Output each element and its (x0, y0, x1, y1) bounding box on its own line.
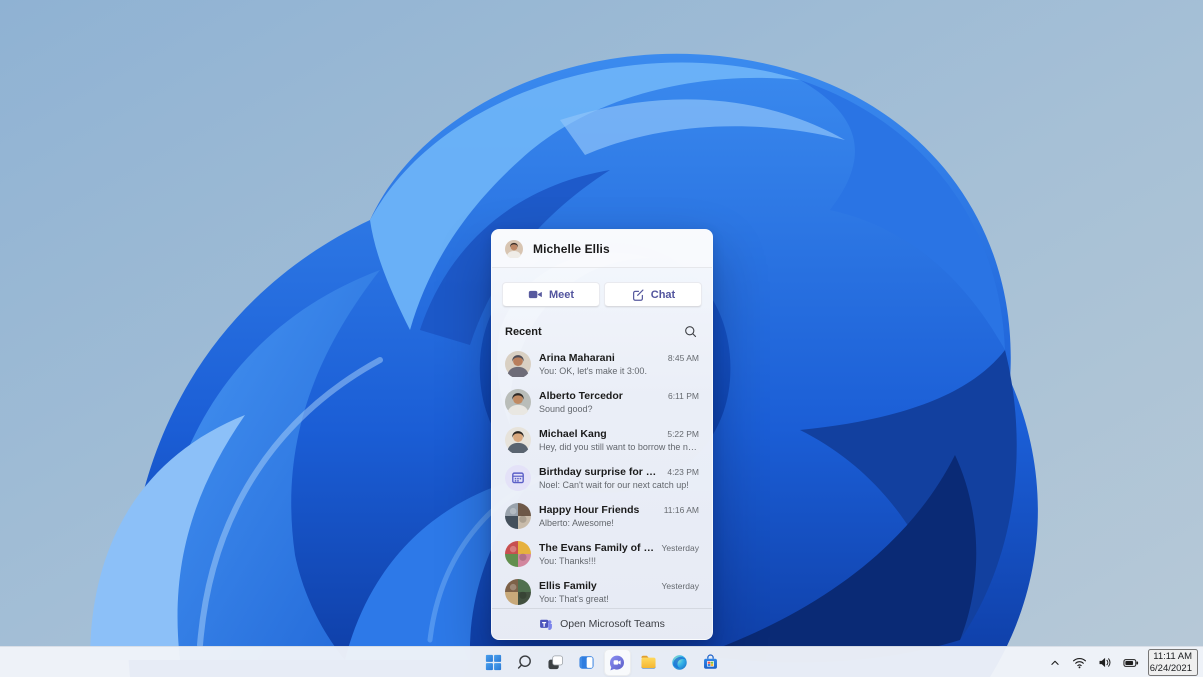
conversation-avatar (505, 541, 531, 567)
flyout-header: Michelle Ellis (492, 230, 712, 268)
task-view-icon (546, 653, 565, 672)
conversation-preview: You: Thanks!!! (539, 556, 597, 566)
conversation-preview: Alberto: Awesome! (539, 518, 614, 528)
taskbar-item-file-explorer[interactable] (635, 649, 662, 676)
taskbar-item-widgets[interactable] (573, 649, 600, 676)
teams-chat-icon (607, 653, 627, 673)
conversation-preview: Hey, did you still want to borrow the no… (539, 442, 699, 452)
conversation-name: Birthday surprise for Mum (539, 466, 662, 478)
conversation-name: Happy Hour Friends (539, 504, 640, 516)
taskbar-item-microsoft-store[interactable] (697, 649, 724, 676)
tray-date: 6/24/2021 (1149, 662, 1192, 674)
compose-icon (631, 288, 645, 302)
conversation-avatar (505, 427, 531, 453)
wifi-icon[interactable] (1070, 654, 1089, 671)
file-explorer-icon (639, 653, 658, 672)
conversation-time: 6:11 PM (667, 391, 699, 401)
conversation-time: Yesterday (661, 543, 700, 553)
flyout-actions: Meet Chat (492, 268, 712, 317)
taskbar-item-chat[interactable] (603, 649, 631, 676)
volume-icon[interactable] (1096, 654, 1114, 671)
search-taskbar-icon (515, 653, 534, 672)
taskbar-item-start[interactable] (480, 649, 507, 676)
search-icon[interactable] (682, 323, 699, 340)
conversation-time: 8:45 AM (667, 353, 699, 363)
conversation-preview: Sound good? (539, 404, 593, 414)
conversation-avatar (505, 351, 531, 377)
taskbar-item-edge[interactable] (666, 649, 693, 676)
conversation-name: The Evans Family of Supers (539, 542, 656, 554)
conversation-time: Yesterday (661, 581, 700, 591)
chat-button-label: Chat (650, 288, 676, 301)
user-name: Michelle Ellis (533, 241, 610, 256)
conversation-item[interactable]: Michael Kang 5:22 PM Hey, did you still … (492, 421, 712, 459)
conversation-avatar (505, 465, 531, 491)
open-microsoft-teams-button[interactable]: Open Microsoft Teams (492, 608, 712, 639)
open-microsoft-teams-label: Open Microsoft Teams (560, 618, 665, 630)
taskbar-item-search[interactable] (511, 649, 538, 676)
teams-chat-flyout: Michelle Ellis Meet Chat Recent Arina Ma… (491, 229, 713, 640)
meet-button[interactable]: Meet (502, 282, 600, 307)
user-avatar (505, 239, 523, 258)
teams-logo-icon (539, 617, 553, 631)
conversation-avatar (505, 579, 531, 605)
clock[interactable]: 11:11 AM 6/24/2021 (1147, 648, 1198, 677)
conversation-name: Michael Kang (539, 428, 607, 440)
conversation-name: Arina Maharani (539, 352, 615, 364)
taskbar-tray: 11:11 AM 6/24/2021 (1047, 647, 1198, 677)
conversation-preview: You: OK, let's make it 3:00. (539, 366, 647, 376)
conversation-avatar (505, 389, 531, 415)
conversation-item[interactable]: The Evans Family of Supers Yesterday You… (492, 535, 712, 573)
conversation-list: Arina Maharani 8:45 AM You: OK, let's ma… (492, 345, 712, 608)
edge-icon (670, 653, 689, 672)
conversation-time: 11:16 AM (663, 505, 699, 515)
conversation-time: 5:22 PM (667, 429, 699, 439)
windows-start-icon (484, 653, 503, 672)
conversation-name: Alberto Tercedor (539, 390, 623, 402)
battery-icon[interactable] (1121, 655, 1141, 671)
taskbar: 11:11 AM 6/24/2021 (0, 646, 1203, 677)
conversation-preview: Noel: Can't wait for our next catch up! (539, 480, 689, 490)
microsoft-store-icon (701, 653, 720, 672)
widgets-icon (577, 653, 596, 672)
meet-button-label: Meet (548, 288, 575, 301)
desktop: Michelle Ellis Meet Chat Recent Arina Ma… (0, 0, 1203, 677)
recent-label: Recent (505, 325, 542, 338)
tray-chevron-up-icon[interactable] (1047, 655, 1063, 671)
taskbar-item-task-view[interactable] (542, 649, 569, 676)
conversation-preview: You: That's great! (539, 594, 609, 604)
recent-row: Recent (492, 317, 712, 345)
conversation-item[interactable]: Arina Maharani 8:45 AM You: OK, let's ma… (492, 345, 712, 383)
conversation-name: Ellis Family (539, 580, 597, 592)
chat-button[interactable]: Chat (604, 282, 702, 307)
conversation-item[interactable]: Happy Hour Friends 11:16 AM Alberto: Awe… (492, 497, 712, 535)
taskbar-center (480, 647, 724, 677)
conversation-avatar (505, 503, 531, 529)
conversation-time: 4:23 PM (667, 467, 699, 477)
conversation-item[interactable]: Birthday surprise for Mum 4:23 PM Noel: … (492, 459, 712, 497)
tray-time: 11:11 AM (1153, 650, 1192, 662)
conversation-item[interactable]: Alberto Tercedor 6:11 PM Sound good? (492, 383, 712, 421)
conversation-item[interactable]: Ellis Family Yesterday You: That's great… (492, 573, 712, 608)
video-camera-icon (528, 288, 543, 301)
